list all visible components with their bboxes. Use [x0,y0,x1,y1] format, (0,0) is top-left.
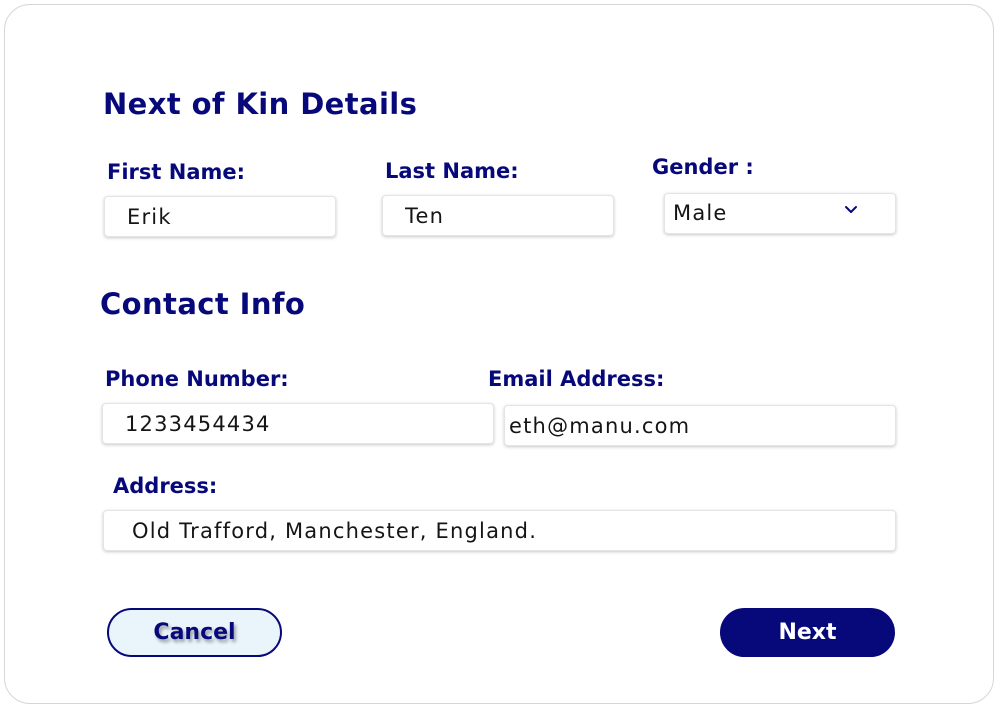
gender-selected-value: Male [673,201,728,225]
contact-info-title: Contact Info [100,287,306,321]
first-name-field-container [104,196,336,237]
email-address-field-container [504,405,896,446]
last-name-input[interactable] [383,196,613,235]
cancel-button[interactable]: Cancel [107,608,282,657]
first-name-input[interactable] [105,197,335,236]
gender-select[interactable]: Male [664,193,896,234]
address-input[interactable] [104,511,895,550]
gender-label: Gender : [652,155,754,179]
phone-number-input[interactable] [103,404,493,443]
next-of-kin-title: Next of Kin Details [103,87,418,121]
next-button[interactable]: Next [720,608,895,657]
email-address-input[interactable] [505,406,895,445]
last-name-field-container [382,195,614,236]
email-address-label: Email Address: [488,367,665,391]
last-name-label: Last Name: [385,159,519,183]
phone-number-field-container [102,403,494,444]
phone-number-label: Phone Number: [105,367,289,391]
address-field-container [103,510,896,551]
first-name-label: First Name: [107,160,246,184]
chevron-down-icon[interactable] [843,203,859,217]
address-label: Address: [113,474,218,498]
